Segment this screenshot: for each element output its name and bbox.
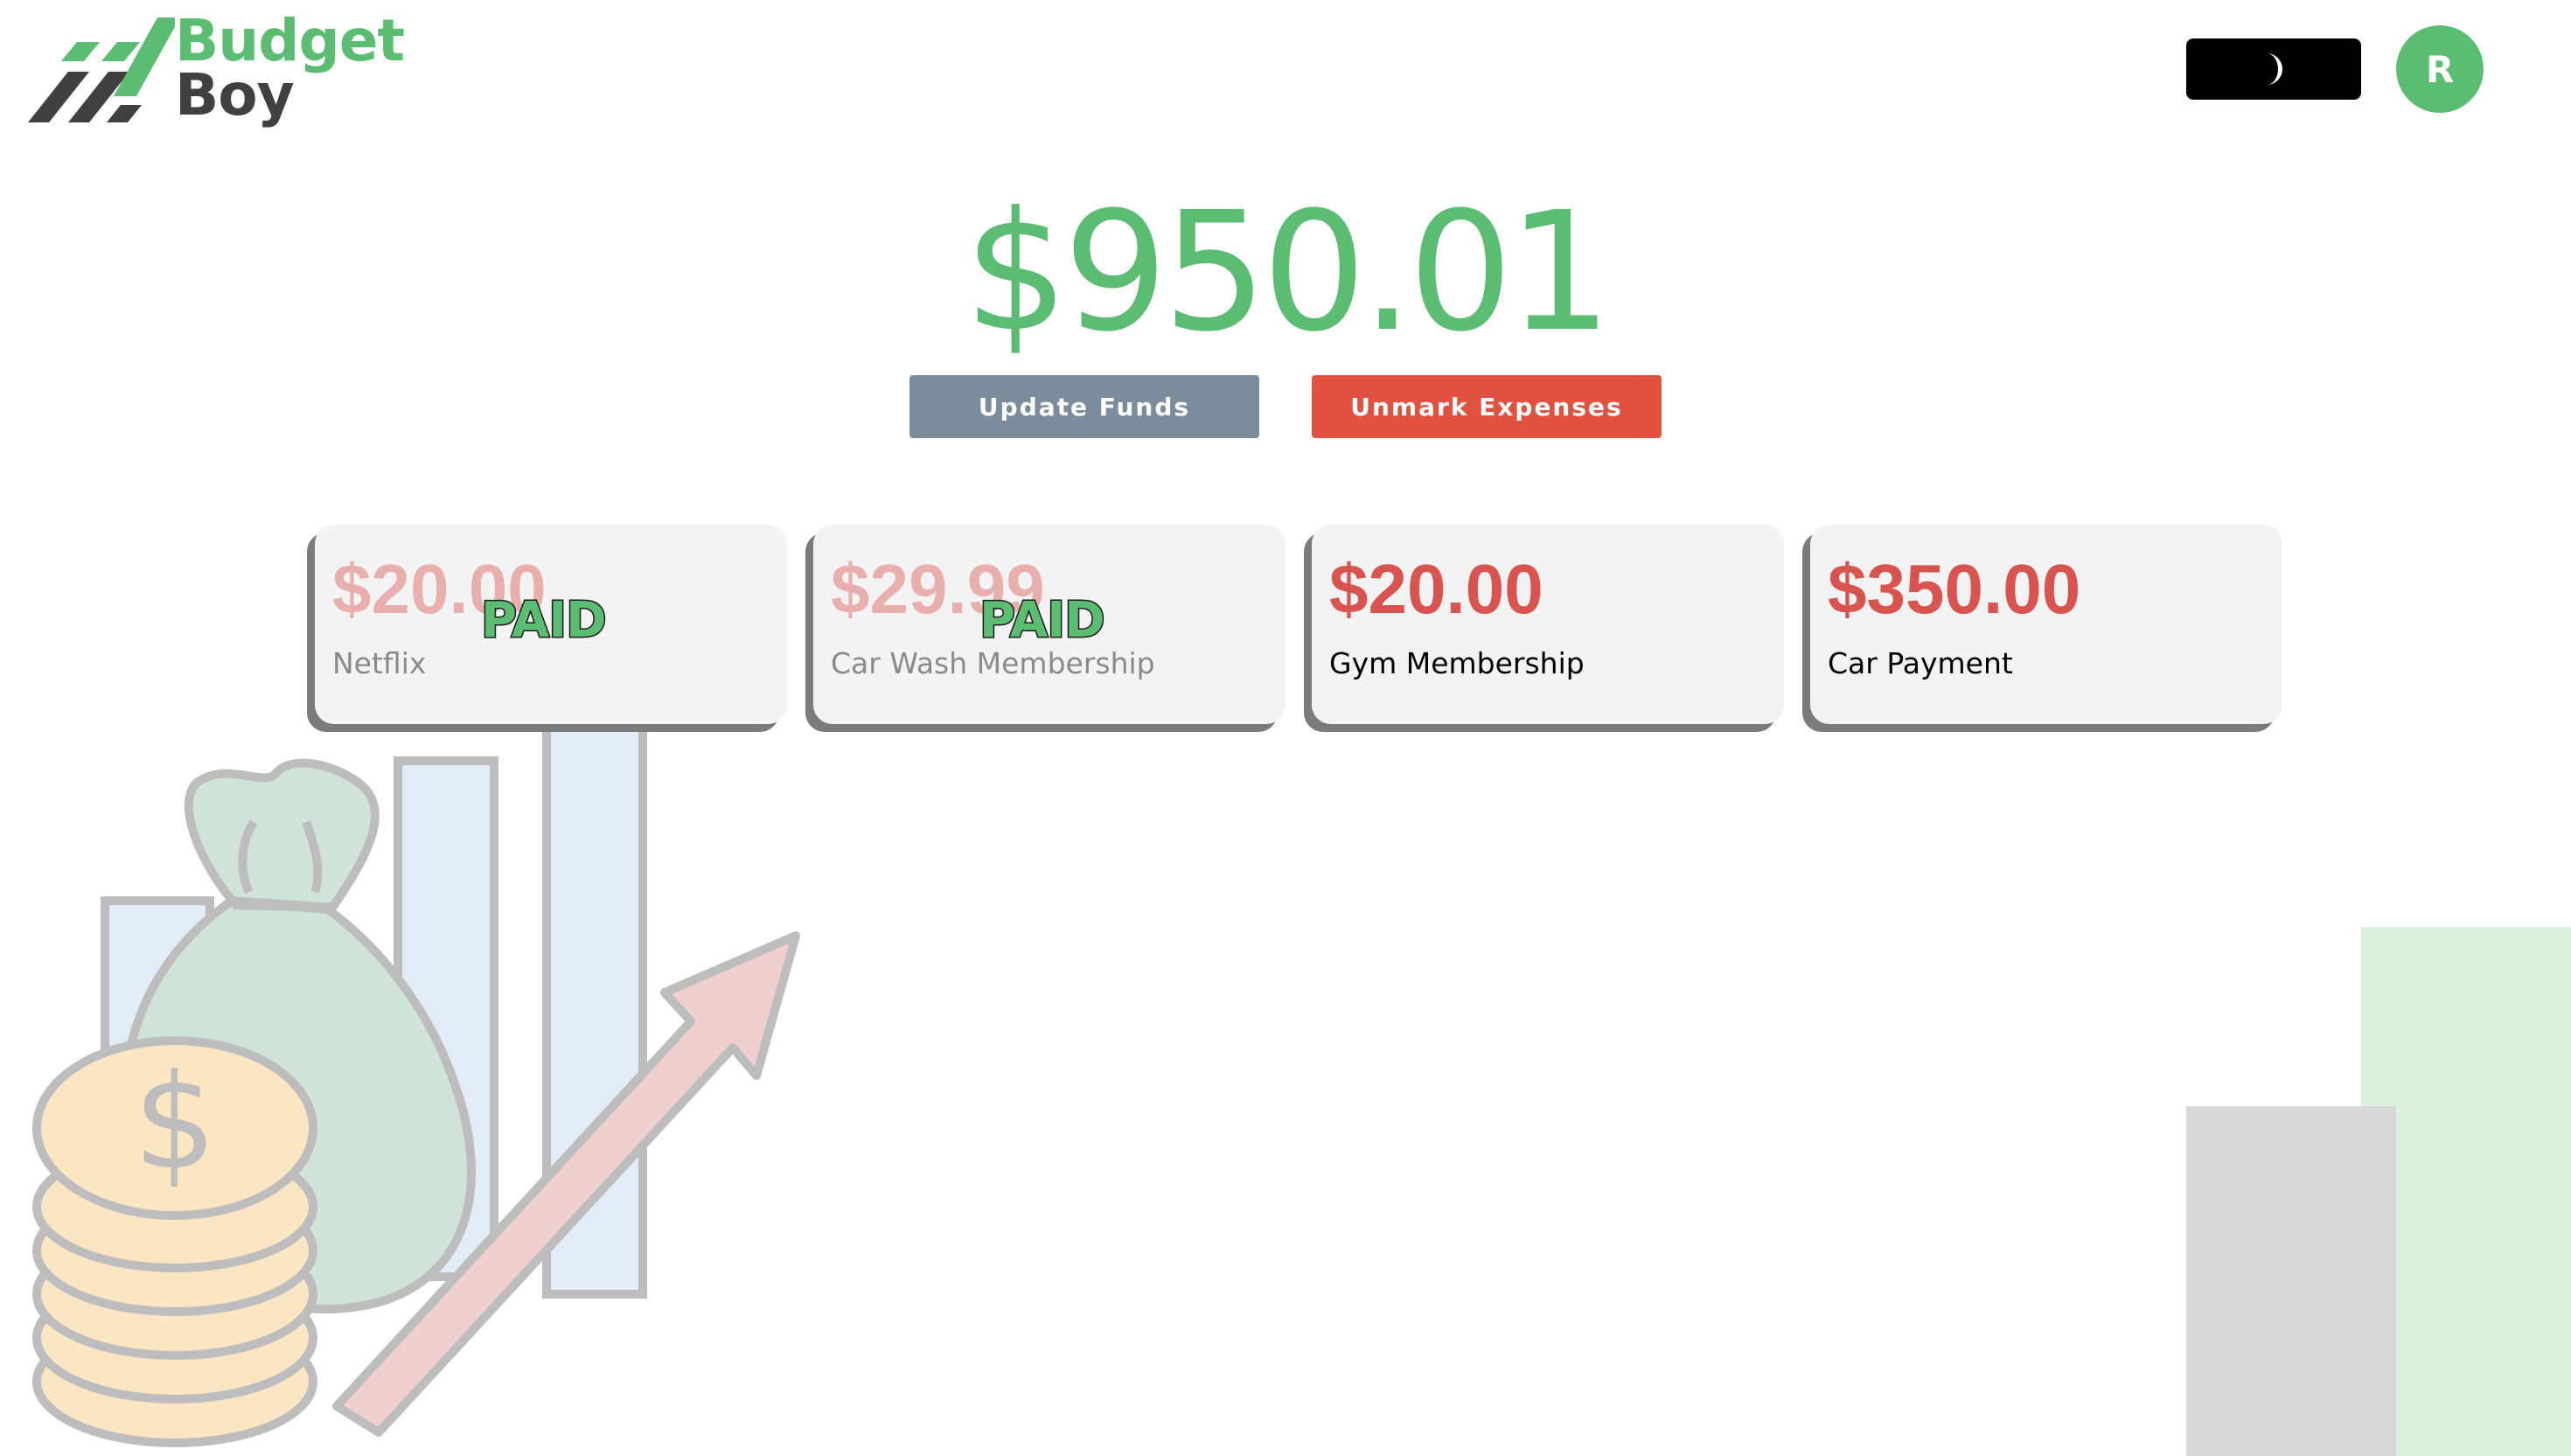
svg-text:$: $ (133, 1047, 216, 1199)
moon-icon (2267, 53, 2282, 85)
expense-card-car-wash[interactable]: $29.99 Car Wash Membership PAID (813, 525, 1286, 724)
expense-amount: $20.00 (1329, 550, 1543, 628)
theme-toggle-button[interactable] (2186, 38, 2361, 100)
coin-stack-graphic: $ (32, 1036, 317, 1447)
user-avatar[interactable]: R (2396, 25, 2484, 113)
logo-stripes-icon (28, 17, 175, 122)
expense-name: Gym Membership (1329, 646, 1585, 680)
paid-stamp: PAID (979, 592, 1107, 649)
finance-illustration: $ (32, 691, 800, 1447)
budget-dashboard: Budget Boy R $950.01 Update Funds Unmark… (0, 0, 2571, 1456)
paid-stamp: PAID (480, 592, 609, 649)
expense-name: Car Wash Membership (831, 646, 1155, 680)
decorative-bars (2186, 927, 2571, 1456)
expense-cards: $20.00 Netflix PAID $29.99 Car Wash Memb… (306, 525, 2282, 735)
brand-logo[interactable]: Budget Boy (26, 9, 405, 131)
expense-card-gym[interactable]: $20.00 Gym Membership (1312, 525, 1784, 724)
expense-card-netflix[interactable]: $20.00 Netflix PAID (315, 525, 787, 724)
unmark-expenses-button[interactable]: Unmark Expenses (1312, 375, 1662, 438)
expense-amount: $350.00 (1828, 550, 2081, 628)
expense-card-car-payment[interactable]: $350.00 Car Payment (1810, 525, 2282, 724)
expense-name: Netflix (332, 646, 427, 680)
update-funds-button[interactable]: Update Funds (909, 375, 1259, 438)
brand-name-line2: Boy (175, 61, 295, 129)
expense-name: Car Payment (1828, 646, 2013, 680)
balance-amount: $950.01 (964, 177, 1612, 368)
